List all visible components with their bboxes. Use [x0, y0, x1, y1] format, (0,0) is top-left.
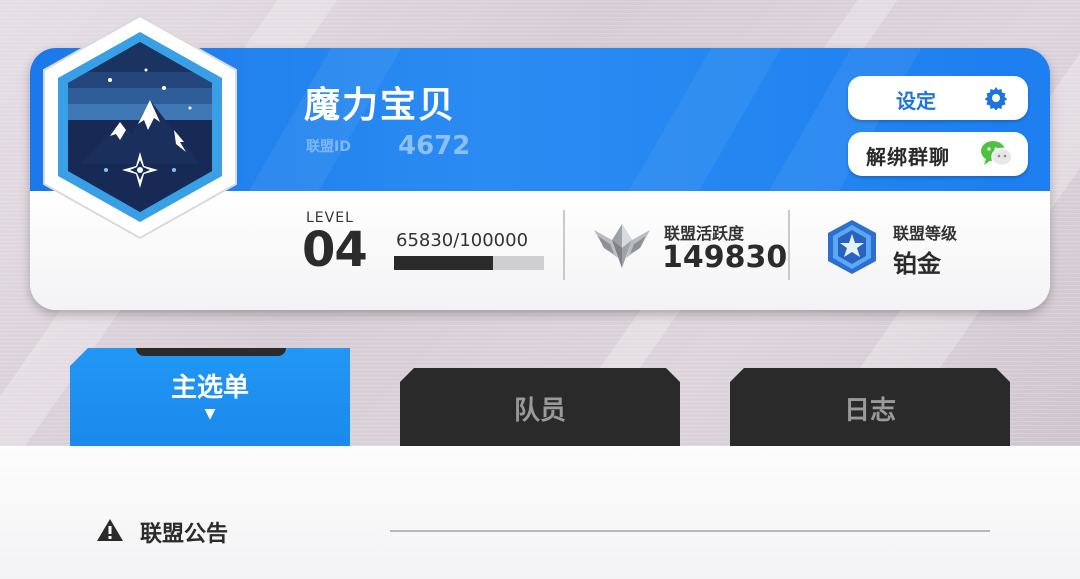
caret-down-icon: ▼	[204, 405, 216, 422]
settings-button[interactable]: 设定	[848, 76, 1028, 120]
tab-main-menu[interactable]: 主选单 ▼	[70, 348, 350, 448]
stats-divider	[563, 210, 565, 280]
mountain-emblem-icon[interactable]	[40, 12, 240, 242]
platinum-star-badge-icon	[828, 220, 876, 274]
union-id-label: 联盟ID	[306, 139, 351, 155]
stats-divider	[788, 210, 790, 280]
exp-progress-bar	[394, 256, 544, 270]
notice-title: 联盟公告	[140, 522, 229, 547]
rank-value: 铂金	[893, 250, 941, 278]
silver-wings-icon	[594, 224, 650, 268]
tab-active-notch	[136, 348, 286, 356]
tab-log-label: 日志	[843, 395, 896, 426]
warning-icon	[97, 519, 123, 541]
exp-text: 65830/100000	[396, 230, 529, 251]
settings-button-label: 设定	[896, 89, 936, 113]
main-content-panel	[0, 446, 1080, 579]
unbind-group-button[interactable]: 解绑群聊	[848, 132, 1028, 176]
union-id-value: 4672	[398, 131, 471, 161]
exp-progress-fill	[394, 256, 493, 270]
union-name: 魔力宝贝	[304, 85, 457, 126]
rank-label: 联盟等级	[893, 224, 958, 243]
tab-main-menu-label: 主选单	[170, 372, 249, 403]
gear-icon	[984, 87, 1008, 110]
notice-divider	[390, 530, 990, 532]
activity-value: 149830	[662, 240, 788, 275]
level-value: 04	[302, 222, 368, 278]
tab-members[interactable]: 队员	[400, 368, 680, 448]
tab-members-label: 队员	[513, 395, 566, 426]
tab-log[interactable]: 日志	[730, 368, 1010, 448]
wechat-icon	[981, 141, 1013, 167]
unbind-group-button-label: 解绑群聊	[866, 145, 950, 169]
